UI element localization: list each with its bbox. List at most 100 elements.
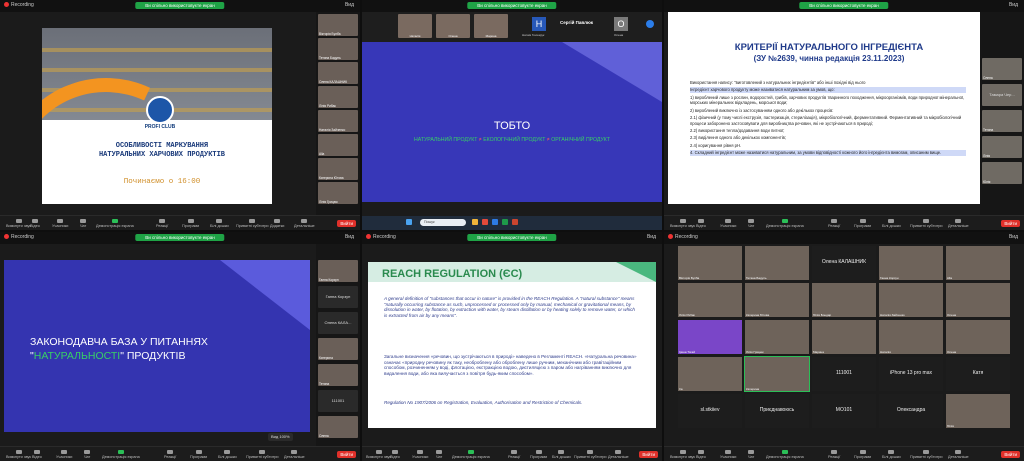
captions-button[interactable]: Приватні субтитри (574, 450, 607, 459)
apps-button[interactable]: Програми (190, 450, 207, 459)
participant-tile[interactable]: Катерина (318, 338, 358, 360)
mute-button[interactable]: Вимкнути звук (6, 219, 31, 228)
participant-tile[interactable]: Лілія (982, 136, 1022, 158)
leave-button[interactable]: Вийти (1001, 220, 1020, 227)
participant-tile[interactable]: Лілія Рибак (678, 283, 742, 317)
more-button[interactable]: Детальніше (948, 219, 969, 228)
chat-button[interactable]: Чат (80, 219, 86, 228)
whiteboards-button[interactable]: Білі дошки (218, 450, 237, 459)
participant-tile[interactable]: Ганна Корзун (318, 260, 358, 282)
participant-tile[interactable]: Тетяна Бадуль (318, 38, 358, 60)
participant-tile[interactable]: Лілія Грицюк (318, 182, 358, 204)
participant-tile[interactable]: 111001 (318, 390, 358, 412)
participant-tile[interactable]: Олена КАЛАШНИК (812, 246, 876, 280)
apps-button[interactable]: Програми (530, 450, 547, 459)
participant-tile[interactable]: Олена (946, 320, 1010, 354)
participants-button[interactable]: Учасники (56, 450, 72, 459)
mute-button[interactable]: Вимкнути звук (366, 450, 391, 459)
participant-tile[interactable]: Юлія (946, 394, 1010, 428)
participant-tile[interactable]: Олена (436, 14, 470, 38)
powerpoint-icon[interactable] (512, 219, 518, 225)
reactions-button[interactable]: Реакції (156, 219, 168, 228)
participant-tile[interactable]: Alla (318, 134, 358, 156)
share-screen-button[interactable]: Демонстрація екрана (766, 450, 804, 459)
participant-tile[interactable]: Марина (812, 320, 876, 354)
participant-tile[interactable]: Олена (318, 416, 358, 438)
participant-tile[interactable]: iPhone 13 pro max (879, 357, 943, 391)
zoom-icon[interactable] (492, 219, 498, 225)
participant-tile[interactable]: Олена КАЛА... (318, 312, 358, 334)
share-screen-button[interactable]: Демонстрація екрана (102, 450, 140, 459)
more-button[interactable]: Детальніше (294, 219, 315, 228)
participant-tile[interactable]: Катерина Ютова (318, 158, 358, 180)
view-button[interactable]: Вид (1009, 2, 1018, 8)
share-screen-button[interactable]: Демонстрація екрана (96, 219, 134, 228)
info-icon[interactable] (646, 20, 654, 28)
view-button[interactable]: Вид (647, 234, 656, 240)
view-button[interactable]: Вид (345, 2, 354, 8)
video-button[interactable]: Відео (696, 219, 706, 228)
participant-tile[interactable]: Ганна Корзун (879, 246, 943, 280)
taskbar-search[interactable]: Пошук (420, 219, 466, 226)
captions-button[interactable]: Приватні субтитри (910, 450, 943, 459)
captions-button[interactable]: Приватні субтитри (910, 219, 943, 228)
participant-tile[interactable]: Марина (474, 14, 508, 38)
participants-button[interactable]: Учасники (52, 219, 68, 228)
view-button[interactable]: Вид (345, 234, 354, 240)
video-button[interactable]: Відео (696, 450, 706, 459)
windows-start-icon[interactable] (406, 219, 412, 225)
participants-button[interactable]: Учасники (720, 219, 736, 228)
chat-button[interactable]: Чат (436, 450, 442, 459)
reactions-button[interactable]: Реакції (164, 450, 176, 459)
participant-tile[interactable]: Наталія Зайченко (318, 110, 358, 132)
reactions-button[interactable]: Реакції (508, 450, 520, 459)
participant-tile[interactable]: Alla (946, 246, 1010, 280)
participant-tile[interactable]: Катя (946, 357, 1010, 391)
apps-button[interactable]: Програми (854, 219, 871, 228)
video-button[interactable]: Відео (30, 219, 40, 228)
leave-button[interactable]: Вийти (337, 220, 356, 227)
participant-tile[interactable]: Наталія Зайченко (879, 283, 943, 317)
captions-button[interactable]: Приватні субтитри (236, 219, 269, 228)
leave-button[interactable]: Вийти (1001, 451, 1020, 458)
view-button[interactable]: Вид (1009, 234, 1018, 240)
participant-tile[interactable]: Лілія Рибак (318, 86, 358, 108)
participant-tile[interactable]: Наталія (879, 320, 943, 354)
chat-button[interactable]: Чат (748, 219, 754, 228)
leave-button[interactable]: Вийти (639, 451, 658, 458)
participant-tile[interactable]: Наталія (398, 14, 432, 38)
apps-button[interactable]: Програми (182, 219, 199, 228)
participant-tile[interactable]: Приєднавоюсь (745, 394, 809, 428)
participants-button[interactable]: Учасники (412, 450, 428, 459)
excel-icon[interactable] (502, 219, 508, 225)
participant-tile[interactable]: Лілія Грицюк (745, 320, 809, 354)
participant-tile[interactable]: Ira (678, 357, 742, 391)
chat-button[interactable]: Чат (748, 450, 754, 459)
participant-tile[interactable]: МО101 (812, 394, 876, 428)
participant-tile[interactable]: Олександра (879, 394, 943, 428)
reactions-button[interactable]: Реакції (828, 219, 840, 228)
more-button[interactable]: Детальніше (608, 450, 629, 459)
browser-icon[interactable] (482, 219, 488, 225)
participant-tile[interactable]: Тетяна Бадуль (745, 246, 809, 280)
more-button[interactable]: Детальніше (948, 450, 969, 459)
whiteboards-button[interactable]: Білі дошки (882, 219, 901, 228)
mute-button[interactable]: Вимкнути звук (670, 219, 695, 228)
whiteboards-button[interactable]: Білі дошки (210, 219, 229, 228)
participant-tile[interactable]: Тетяна (318, 364, 358, 386)
video-button[interactable]: Відео (390, 450, 400, 459)
share-screen-button[interactable]: Демонстрація екрана (766, 219, 804, 228)
participant-tile[interactable]: Олена (946, 283, 1010, 317)
participant-tile[interactable]: Ірина Тягай (678, 320, 742, 354)
zoom-control[interactable]: Вид 100% (268, 433, 293, 441)
participant-tile[interactable]: Тетяна (982, 110, 1022, 132)
mute-button[interactable]: Вимкнути звук (6, 450, 31, 459)
participant-tile[interactable]: Олена КАЛАШНИК (318, 62, 358, 84)
more-button[interactable]: Детальніше (284, 450, 305, 459)
participant-tile[interactable]: Юлія Бондар (812, 283, 876, 317)
folder-icon[interactable] (472, 219, 478, 225)
whiteboards-button[interactable]: Білі дошки (882, 450, 901, 459)
leave-button[interactable]: Вийти (337, 451, 356, 458)
captions-button[interactable]: Приватні субтитри (246, 450, 279, 459)
participant-tile[interactable]: Ганна Корзун (318, 286, 358, 308)
